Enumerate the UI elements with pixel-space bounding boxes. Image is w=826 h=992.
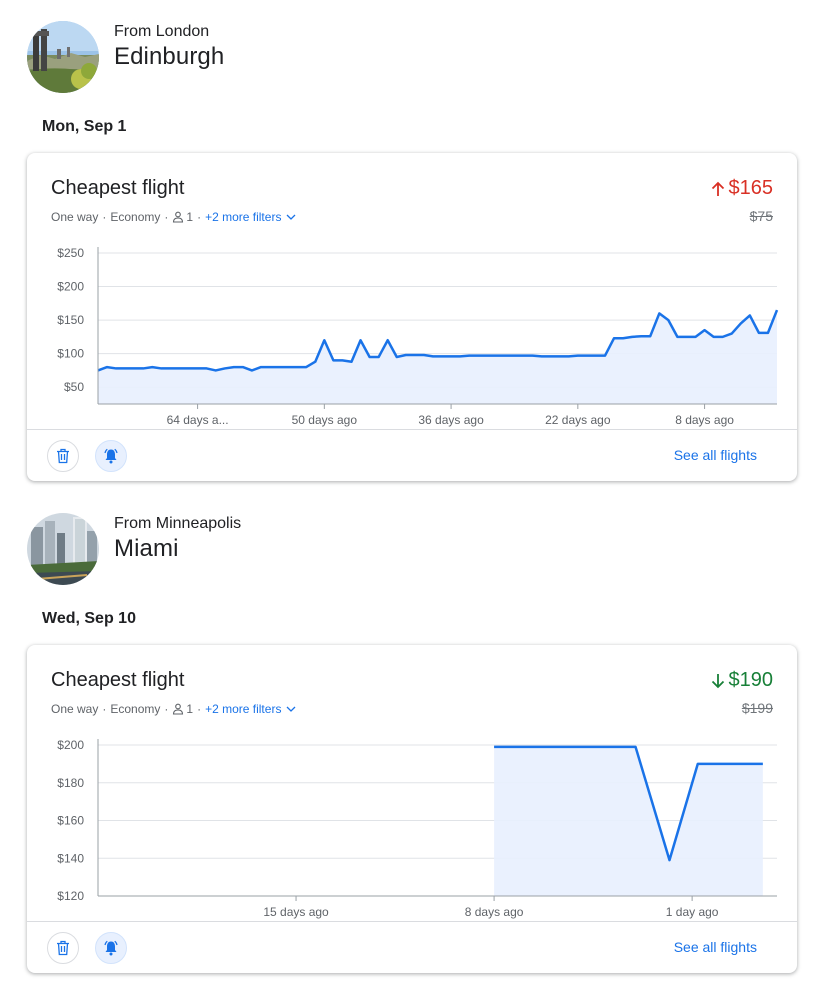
price-history-svg: $120 $140 $160 $180 $200 15 days ago 8 days ag… [57, 738, 777, 919]
x-tick-label: 22 days ago [545, 413, 611, 427]
price-alert-toggle[interactable] [95, 932, 127, 964]
y-tick-label: $120 [57, 889, 84, 903]
y-tick-label: $100 [57, 347, 84, 361]
y-tick-label: $150 [57, 313, 84, 327]
price-alert-toggle[interactable] [95, 440, 127, 472]
delete-button[interactable] [47, 440, 79, 472]
price-tracking-card: Cheapest flight One way · Economy · 1 · … [27, 153, 797, 481]
route-header: From London Edinburgh [27, 21, 797, 95]
destination-title: Miami [114, 535, 179, 562]
y-tick-label: $140 [57, 851, 84, 865]
bell-icon [104, 940, 118, 956]
x-tick-label: 64 days a... [167, 413, 229, 427]
trash-icon [57, 940, 69, 956]
x-tick-label: 36 days ago [418, 413, 484, 427]
see-all-flights-link[interactable]: See all flights [674, 447, 757, 463]
y-tick-label: $180 [57, 776, 84, 790]
x-tick-label: 15 days ago [263, 905, 329, 919]
bell-icon [104, 448, 118, 464]
x-tick-label: 1 day ago [666, 905, 719, 919]
y-tick-label: $160 [57, 814, 84, 828]
price-area [494, 746, 763, 896]
route-header: From Minneapolis Miami [27, 513, 797, 587]
trash-icon [57, 448, 69, 464]
travel-date: Wed, Sep 10 [42, 610, 136, 627]
y-tick-label: $200 [57, 738, 84, 752]
price-history-chart: $120 $140 $160 $180 $200 15 days ago 8 days ag… [27, 645, 797, 921]
destination-photo [27, 513, 99, 585]
price-tracking-card: Cheapest flight One way · Economy · 1 · … [27, 645, 797, 973]
y-tick-label: $250 [57, 246, 84, 260]
route-miami: From Minneapolis Miami Wed, Sep 10 Cheap… [27, 513, 797, 973]
card-footer: See all flights [27, 429, 797, 481]
price-history-chart: $50 $100 $150 $200 $250 64 days a... 50 days a… [27, 153, 797, 429]
see-all-flights-link[interactable]: See all flights [674, 939, 757, 955]
route-edinburgh: From London Edinburgh Mon, Sep 1 Cheapes… [27, 21, 797, 481]
origin-label: From London [114, 23, 210, 40]
card-footer: See all flights [27, 921, 797, 973]
y-tick-label: $50 [64, 380, 84, 394]
destination-photo [27, 21, 99, 93]
x-tick-label: 8 days ago [465, 905, 524, 919]
x-tick-label: 50 days ago [292, 413, 358, 427]
y-tick-label: $200 [57, 280, 84, 294]
destination-title: Edinburgh [114, 43, 225, 70]
origin-label: From Minneapolis [114, 515, 242, 532]
delete-button[interactable] [47, 932, 79, 964]
travel-date: Mon, Sep 1 [42, 118, 127, 135]
x-tick-label: 8 days ago [675, 413, 734, 427]
price-history-svg: $50 $100 $150 $200 $250 64 days a... 50 days a… [57, 246, 779, 427]
